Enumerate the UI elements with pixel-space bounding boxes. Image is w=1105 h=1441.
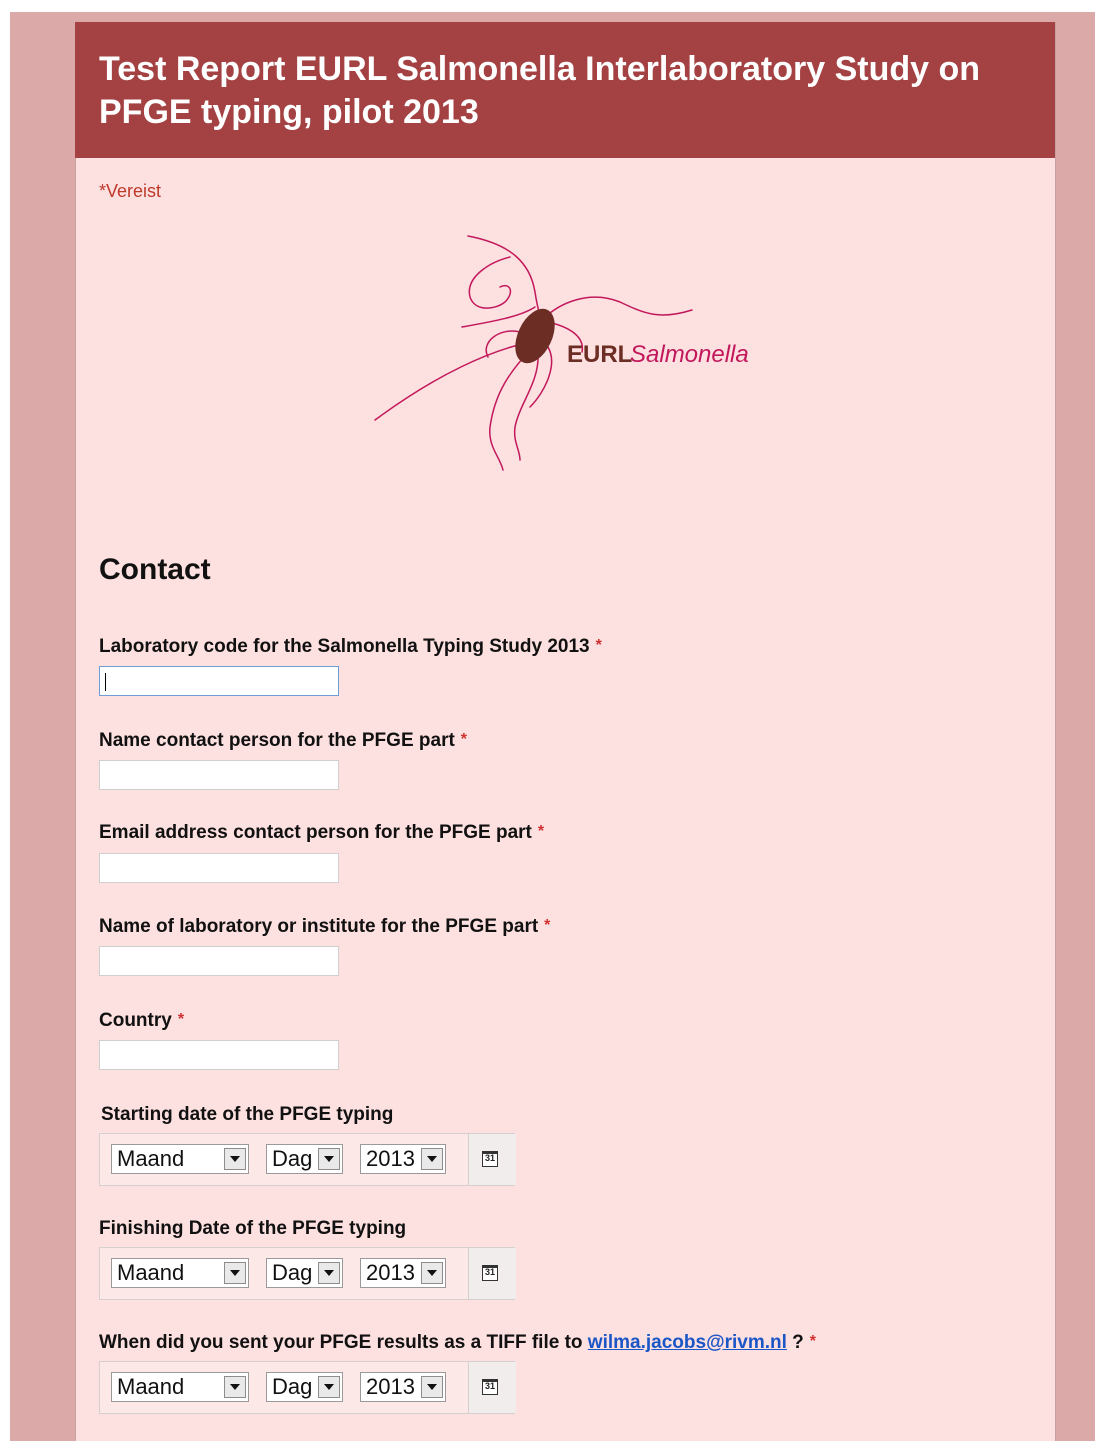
lab-code-input[interactable] xyxy=(99,666,339,696)
lab-name-input[interactable] xyxy=(99,946,339,976)
dropdown-arrow-icon[interactable] xyxy=(224,1376,246,1398)
tiff-year-value: 2013 xyxy=(366,1374,415,1399)
country-label: Country * xyxy=(99,1010,184,1032)
start-date-label: Starting date of the PFGE typing xyxy=(101,1104,393,1126)
start-calendar-button[interactable]: 31 xyxy=(468,1134,516,1185)
required-star: * xyxy=(460,731,468,748)
form-title: Test Report EURL Salmonella Interlaborat… xyxy=(99,50,980,131)
form-header: Test Report EURL Salmonella Interlaborat… xyxy=(75,22,1055,158)
lab-name-label-text: Name of laboratory or institute for the … xyxy=(99,916,539,937)
dropdown-arrow-icon[interactable] xyxy=(421,1376,443,1398)
dropdown-arrow-icon[interactable] xyxy=(421,1148,443,1170)
finish-date-label: Finishing Date of the PFGE typing xyxy=(99,1218,406,1240)
dropdown-arrow-icon[interactable] xyxy=(421,1262,443,1284)
dropdown-arrow-icon[interactable] xyxy=(318,1262,340,1284)
tiff-calendar-button[interactable]: 31 xyxy=(468,1362,516,1413)
tiff-date-label-suffix: ? xyxy=(792,1332,804,1353)
required-star: * xyxy=(177,1011,185,1028)
calendar-icon[interactable]: 31 xyxy=(482,1379,498,1395)
tiff-day-select[interactable]: Dag xyxy=(266,1372,343,1402)
contact-email-label: Email address contact person for the PFG… xyxy=(99,822,544,844)
finish-month-value: Maand xyxy=(117,1260,185,1285)
finish-date-picker: Maand Dag 2013 31 xyxy=(99,1247,516,1300)
start-day-value: Dag xyxy=(272,1146,313,1171)
finish-calendar-button[interactable]: 31 xyxy=(468,1248,516,1299)
finish-day-select[interactable]: Dag xyxy=(266,1258,343,1288)
start-day-select[interactable]: Dag xyxy=(266,1144,343,1174)
contact-name-label: Name contact person for the PFGE part * xyxy=(99,730,467,752)
start-date-picker: Maand Dag 2013 31 xyxy=(99,1133,516,1186)
logo-text-eurl: EURL xyxy=(567,341,632,368)
email-link[interactable]: wilma.jacobs@rivm.nl xyxy=(588,1332,787,1353)
finish-year-select[interactable]: 2013 xyxy=(360,1258,446,1288)
required-star: * xyxy=(537,823,545,840)
contact-email-input[interactable] xyxy=(99,853,339,883)
start-month-select[interactable]: Maand xyxy=(111,1144,249,1174)
tiff-date-label-text: When did you sent your PFGE results as a… xyxy=(99,1332,583,1353)
section-title-contact: Contact xyxy=(99,553,211,586)
text-caret xyxy=(105,673,106,691)
contact-name-input[interactable] xyxy=(99,760,339,790)
required-note: *Vereist xyxy=(99,181,162,201)
dropdown-arrow-icon[interactable] xyxy=(224,1148,246,1170)
dropdown-arrow-icon[interactable] xyxy=(318,1148,340,1170)
finish-date-label-text: Finishing Date of the PFGE typing xyxy=(99,1218,407,1239)
eurl-salmonella-logo: EURL Salmonella xyxy=(370,232,770,482)
tiff-month-select[interactable]: Maand xyxy=(111,1372,249,1402)
start-month-value: Maand xyxy=(117,1146,185,1171)
dropdown-arrow-icon[interactable] xyxy=(224,1262,246,1284)
country-label-text: Country xyxy=(99,1010,172,1031)
finish-day-value: Dag xyxy=(272,1260,313,1285)
start-year-value: 2013 xyxy=(366,1146,415,1171)
lab-code-label-text: Laboratory code for the Salmonella Typin… xyxy=(99,636,590,657)
dropdown-arrow-icon[interactable] xyxy=(318,1376,340,1398)
finish-month-select[interactable]: Maand xyxy=(111,1258,249,1288)
finish-year-value: 2013 xyxy=(366,1260,415,1285)
start-year-select[interactable]: 2013 xyxy=(360,1144,446,1174)
required-star: * xyxy=(544,917,551,934)
country-input[interactable] xyxy=(99,1040,339,1070)
start-date-label-text: Starting date of the PFGE typing xyxy=(101,1104,394,1125)
calendar-icon[interactable]: 31 xyxy=(482,1151,498,1167)
contact-name-label-text: Name contact person for the PFGE part xyxy=(99,730,455,751)
contact-email-label-text: Email address contact person for the PFG… xyxy=(99,822,532,843)
lab-name-label: Name of laboratory or institute for the … xyxy=(99,916,550,938)
lab-code-label: Laboratory code for the Salmonella Typin… xyxy=(99,636,602,658)
tiff-date-picker: Maand Dag 2013 31 xyxy=(99,1361,516,1414)
tiff-year-select[interactable]: 2013 xyxy=(360,1372,446,1402)
required-star: * xyxy=(809,1333,817,1350)
calendar-icon[interactable]: 31 xyxy=(482,1265,498,1281)
tiff-day-value: Dag xyxy=(272,1374,313,1399)
logo-text-salmonella: Salmonella xyxy=(630,341,749,368)
tiff-month-value: Maand xyxy=(117,1374,185,1399)
required-star: * xyxy=(595,637,602,654)
tiff-date-label: When did you sent your PFGE results as a… xyxy=(99,1332,816,1354)
